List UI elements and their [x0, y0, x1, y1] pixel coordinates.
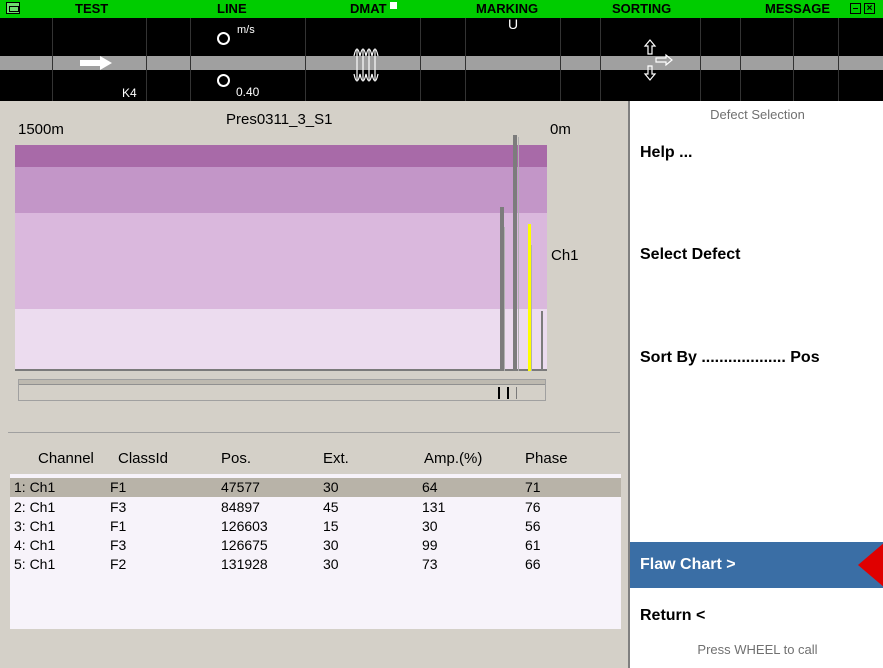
cell-amp: 99	[422, 537, 438, 553]
chart-band-4	[15, 309, 547, 371]
strip-chart	[15, 135, 547, 373]
speed-circle-icon-2	[217, 74, 230, 87]
defect-selection-panel: Defect Selection Help ... Select Defect …	[628, 101, 883, 668]
chart-band-1	[15, 145, 547, 167]
channel-label: Ch1	[551, 247, 579, 264]
cell-ext: 45	[323, 499, 339, 515]
cell-ext: 30	[323, 537, 339, 553]
menu-sort-by[interactable]: Sort By ................... Pos	[640, 349, 820, 367]
table-row[interactable]: 4: Ch1 F3 126675 30 99 61	[10, 536, 621, 555]
speed-value: 0.40	[236, 85, 260, 99]
table-row[interactable]: 3: Ch1 F1 126603 15 30 56	[10, 517, 621, 536]
coil-icon	[353, 48, 379, 82]
scroll-tick	[516, 387, 517, 399]
cell-pos: 131928	[221, 556, 268, 572]
main-panel: 1500m Pres0311_3_S1 0m Ch1 Channel Class…	[0, 101, 628, 668]
cell-channel: 5: Ch1	[14, 556, 56, 572]
col-ext: Ext.	[323, 450, 349, 467]
menu-select-defect[interactable]: Select Defect	[640, 246, 741, 264]
chart-right-label: 0m	[550, 121, 571, 138]
cell-ext: 30	[323, 479, 339, 495]
table-row[interactable]: 5: Ch1 F2 131928 30 73 66	[10, 555, 621, 574]
k-label: K4	[122, 86, 137, 100]
cell-amp: 30	[422, 518, 438, 534]
cell-pos: 126675	[221, 537, 268, 553]
menu-test[interactable]: TEST	[75, 1, 108, 16]
cell-phase: 61	[525, 537, 541, 553]
chart-band-3	[15, 213, 547, 309]
top-menu-bar: TEST LINE DMAT MARKING SORTING MESSAGE ×	[0, 0, 883, 18]
table-row[interactable]: 1: Ch1 F1 47577 30 64 71	[10, 478, 621, 497]
signal-spike	[541, 311, 543, 371]
col-phase: Phase	[525, 450, 568, 467]
cell-amp: 64	[422, 479, 438, 495]
cell-pos: 84897	[221, 499, 260, 515]
chart-title: Pres0311_3_S1	[226, 111, 333, 128]
cell-pos: 47577	[221, 479, 260, 495]
menu-flaw-chart[interactable]: Flaw Chart >	[630, 542, 883, 588]
cell-ext: 30	[323, 556, 339, 572]
divider	[8, 432, 620, 433]
cell-channel: 2: Ch1	[14, 499, 56, 515]
speed-unit: m/s	[237, 24, 255, 36]
dmat-indicator	[390, 2, 397, 9]
menu-sorting[interactable]: SORTING	[612, 1, 671, 16]
cell-classid: F1	[110, 518, 127, 534]
chart-left-label: 1500m	[18, 121, 64, 138]
direction-arrow-icon	[80, 56, 112, 70]
menu-line[interactable]: LINE	[217, 1, 247, 16]
menu-dmat[interactable]: DMAT	[350, 1, 387, 16]
signal-spike	[531, 245, 532, 371]
cell-amp: 131	[422, 499, 446, 515]
table-row[interactable]: 2: Ch1 F3 84897 45 131 76	[10, 498, 621, 517]
printer-icon[interactable]	[6, 2, 20, 14]
cell-classid: F3	[110, 537, 127, 553]
cell-phase: 66	[525, 556, 541, 572]
table-header: Channel ClassId Pos. Ext. Amp.(%) Phase	[0, 450, 628, 470]
close-icon[interactable]: ×	[864, 3, 875, 14]
speed-circle-icon	[217, 32, 230, 45]
menu-help[interactable]: Help ...	[640, 144, 692, 162]
signal-spike	[518, 137, 519, 371]
cell-ext: 15	[323, 518, 339, 534]
marking-value: U	[508, 16, 519, 32]
cell-channel: 3: Ch1	[14, 518, 56, 534]
signal-spike	[513, 135, 517, 371]
scroll-tick	[498, 387, 500, 399]
col-classid: ClassId	[118, 450, 169, 467]
menu-message[interactable]: MESSAGE	[765, 1, 830, 16]
chart-baseline	[15, 369, 547, 371]
cell-pos: 126603	[221, 518, 268, 534]
cell-classid: F3	[110, 499, 127, 515]
scroll-tick	[507, 387, 509, 399]
cell-amp: 73	[422, 556, 438, 572]
menu-flaw-chart-label: Flaw Chart >	[640, 556, 736, 573]
cell-classid: F2	[110, 556, 127, 572]
cell-channel: 1: Ch1	[14, 479, 56, 495]
cell-phase: 76	[525, 499, 541, 515]
panel-title: Defect Selection	[710, 107, 805, 122]
status-strip-track	[0, 56, 883, 70]
cell-phase: 71	[525, 479, 541, 495]
sorting-arrows-icon	[643, 39, 673, 81]
signal-spike	[504, 227, 505, 371]
cell-classid: F1	[110, 479, 127, 495]
col-channel: Channel	[38, 450, 94, 467]
wheel-hint: Press WHEEL to call	[697, 642, 818, 657]
menu-marking[interactable]: MARKING	[476, 1, 538, 16]
col-pos: Pos.	[221, 450, 252, 467]
status-strip: K4 m/s 0.40 U	[0, 16, 883, 101]
menu-return[interactable]: Return <	[640, 607, 705, 625]
position-scrollbar[interactable]	[18, 379, 546, 401]
cell-channel: 4: Ch1	[14, 537, 56, 553]
col-amp: Amp.(%)	[424, 450, 483, 467]
selection-pointer-icon	[858, 543, 883, 587]
chart-band-2	[15, 167, 547, 213]
cell-phase: 56	[525, 518, 541, 534]
minimize-icon[interactable]	[850, 3, 861, 14]
